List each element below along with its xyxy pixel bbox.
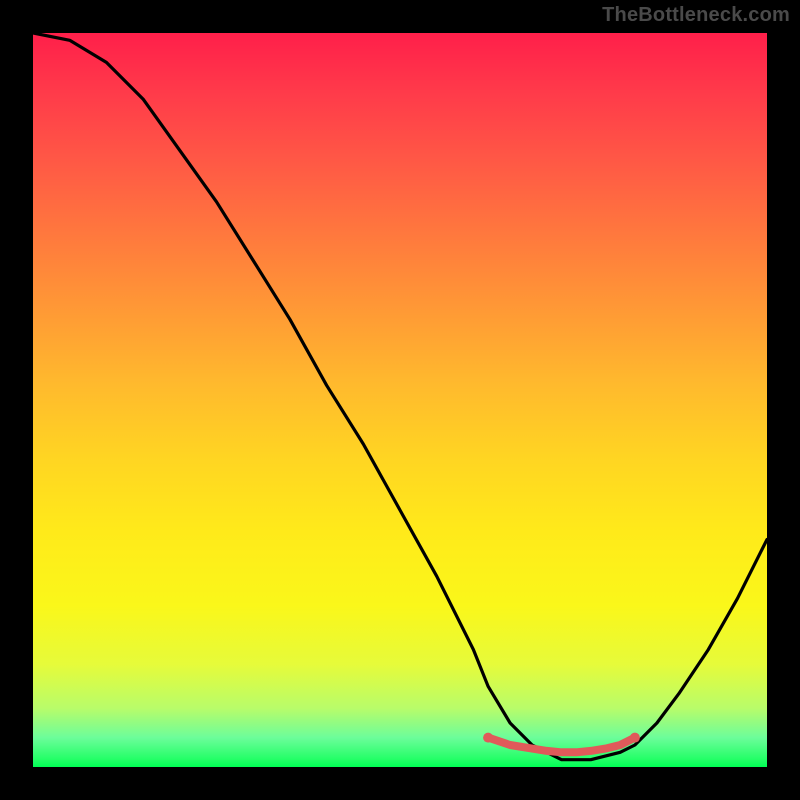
watermark-text: TheBottleneck.com bbox=[602, 4, 790, 27]
curve-svg bbox=[33, 33, 767, 767]
highlight-trough bbox=[488, 738, 635, 753]
chart-stage: TheBottleneck.com bbox=[0, 0, 800, 800]
trough-dot bbox=[483, 733, 493, 743]
bottleneck-curve bbox=[33, 33, 767, 760]
plot-area bbox=[33, 33, 767, 767]
trough-dot bbox=[630, 733, 640, 743]
